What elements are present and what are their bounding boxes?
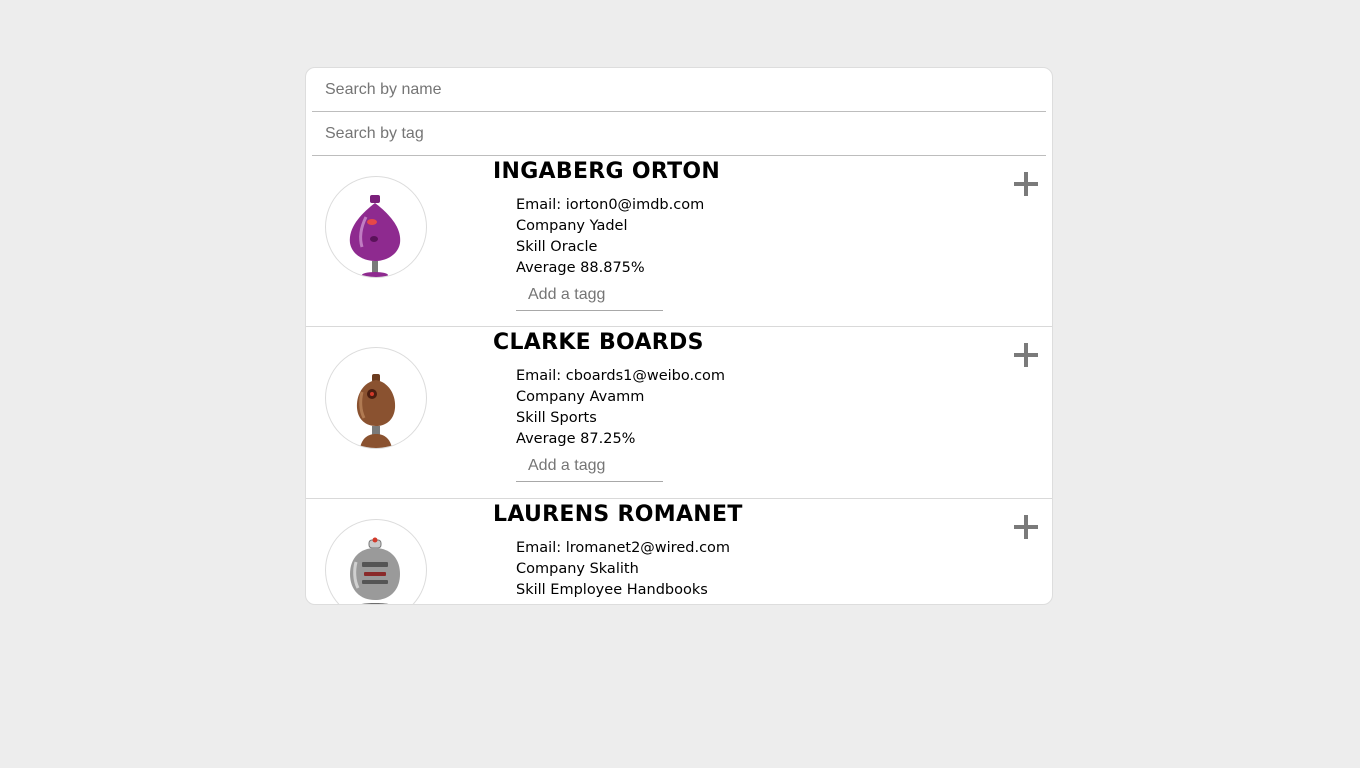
robot-avatar-icon <box>349 195 401 277</box>
student-average: Average 88.875% <box>516 260 645 276</box>
add-tag-input[interactable] <box>516 451 663 482</box>
plus-icon <box>1014 515 1038 539</box>
student-skill: Skill Sports <box>516 410 597 426</box>
student-company: Company Skalith <box>516 561 639 577</box>
student-avatar <box>325 519 427 604</box>
student-email: Email: cboards1@weibo.com <box>516 368 726 384</box>
student-email: Email: lromanet2@wired.com <box>516 540 731 556</box>
student-company: Company Yadel <box>516 218 628 234</box>
student-list-card: INGABERG ORTON Email: iorton0@imdb.com C… <box>305 67 1053 605</box>
search-by-name-input[interactable] <box>325 68 1025 111</box>
student-average: Average 87.25% <box>516 431 636 447</box>
student-row: LAURENS ROMANET Email: lromanet2@wired.c… <box>306 499 1052 604</box>
student-average <box>516 601 730 604</box>
student-skill: Skill Employee Handbooks <box>516 582 708 598</box>
student-row: INGABERG ORTON Email: iorton0@imdb.com C… <box>306 156 1052 327</box>
student-email: Email: iorton0@imdb.com <box>516 197 705 213</box>
plus-icon <box>1014 343 1038 367</box>
student-name: CLARKE BOARDS <box>493 330 704 355</box>
search-by-name-row <box>312 68 1046 112</box>
student-row: CLARKE BOARDS Email: cboards1@weibo.com … <box>306 327 1052 499</box>
student-name: INGABERG ORTON <box>493 159 721 184</box>
robot-avatar-icon <box>350 537 400 604</box>
student-list[interactable]: INGABERG ORTON Email: iorton0@imdb.com C… <box>306 156 1052 604</box>
student-avatar <box>325 176 427 278</box>
student-name: LAURENS ROMANET <box>493 502 743 527</box>
student-info: Email: cboards1@weibo.com Company Avamm … <box>516 366 725 450</box>
plus-icon <box>1014 172 1038 196</box>
expand-grades-button[interactable] <box>1012 341 1040 369</box>
student-skill: Skill Oracle <box>516 239 598 255</box>
search-by-tag-input[interactable] <box>325 112 1025 155</box>
add-tag-input[interactable] <box>516 280 663 311</box>
expand-grades-button[interactable] <box>1012 170 1040 198</box>
student-info: Email: lromanet2@wired.com Company Skali… <box>516 538 731 604</box>
student-avatar <box>325 347 427 449</box>
search-by-tag-row <box>312 112 1046 156</box>
expand-grades-button[interactable] <box>1012 513 1040 541</box>
student-company: Company Avamm <box>516 389 645 405</box>
robot-avatar-icon <box>356 374 396 448</box>
student-info: Email: iorton0@imdb.com Company Yadel Sk… <box>516 195 704 279</box>
